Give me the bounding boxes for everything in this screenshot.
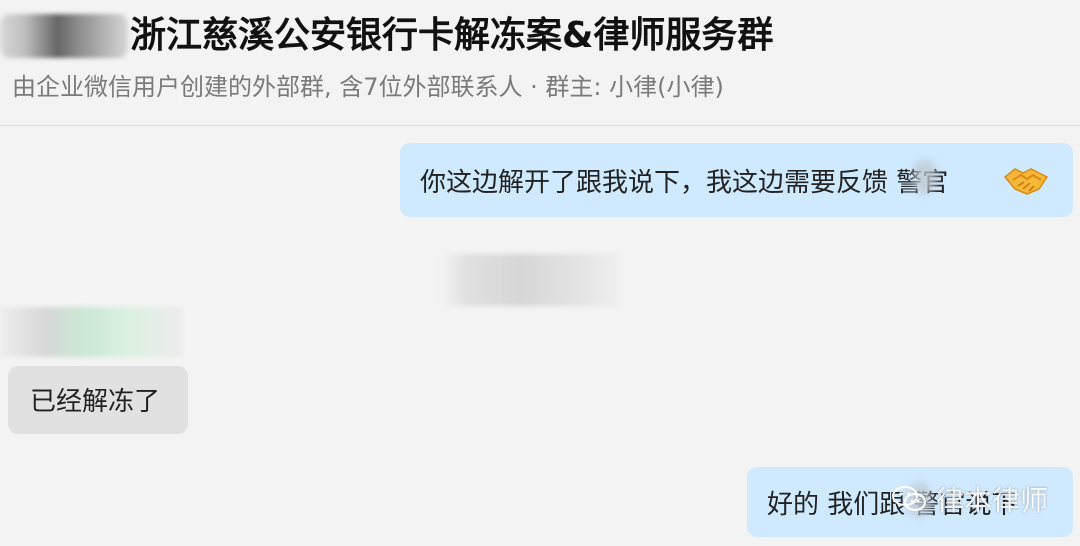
wechat-icon xyxy=(892,486,926,511)
watermark: 律本律师 xyxy=(892,481,1048,517)
blurred-group-avatar xyxy=(0,14,128,58)
blurred-sender-name xyxy=(0,307,182,357)
handshake-icon xyxy=(1003,168,1049,195)
group-subtitle: 由企业微信用户创建的外部群, 含7位外部联系人 · 群主: 小律(小律) xyxy=(12,73,724,101)
message-bubble-outgoing[interactable]: 你这边解开了跟我说下，我这边需要反馈 警官 xyxy=(400,143,1073,217)
watermark-text: 律本律师 xyxy=(936,484,1049,517)
group-title: 浙江慈溪公安银行卡解冻案&律师服务群 xyxy=(130,15,774,56)
blurred-system-message xyxy=(440,254,620,306)
chat-header: 浙江慈溪公安银行卡解冻案&律师服务群 由企业微信用户创建的外部群, 含7位外部联… xyxy=(0,0,1080,126)
blur-mark xyxy=(913,160,937,194)
message-text: 你这边解开了跟我说下，我这边需要反馈 警官 xyxy=(420,168,949,198)
message-text: 已经解冻了 xyxy=(30,387,161,417)
message-bubble-incoming[interactable]: 已经解冻了 xyxy=(8,366,188,434)
